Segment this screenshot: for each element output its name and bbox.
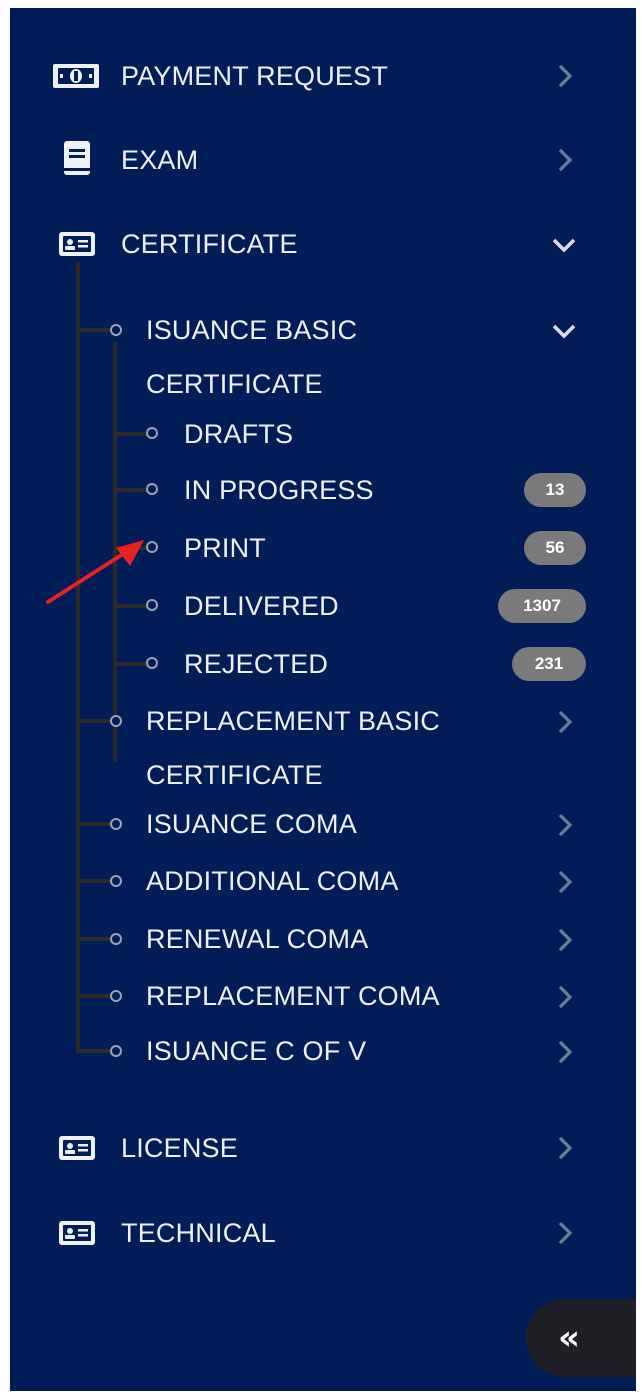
menu-item-label: REPLACEMENT BASIC CERTIFICATE bbox=[146, 706, 440, 790]
chevron-right-icon bbox=[548, 1035, 582, 1069]
menu-item-certificate[interactable]: CERTIFICATE bbox=[10, 214, 636, 274]
menu-item-label: DELIVERED bbox=[184, 591, 339, 621]
chevron-right-icon bbox=[548, 923, 582, 957]
circle-icon bbox=[146, 657, 158, 669]
count-badge: 231 bbox=[512, 647, 586, 681]
circle-icon bbox=[110, 875, 122, 887]
circle-icon bbox=[110, 324, 122, 336]
menu-item-label: CERTIFICATE bbox=[121, 229, 298, 259]
menu-item-label: RENEWAL COMA bbox=[146, 924, 369, 954]
chevron-right-icon bbox=[548, 143, 582, 177]
menu-item-label: ISUANCE C OF V bbox=[146, 1036, 367, 1066]
annotation-arrow bbox=[46, 540, 144, 604]
collapse-sidebar-button[interactable]: « bbox=[526, 1299, 636, 1377]
chevron-right-icon bbox=[548, 865, 582, 899]
circle-icon bbox=[110, 933, 122, 945]
menu-item-label: ISUANCE BASIC CERTIFICATE bbox=[146, 315, 358, 399]
tree-line bbox=[76, 262, 80, 1052]
menu-item-delivered[interactable]: DELIVERED 1307 bbox=[138, 578, 636, 634]
menu-item-rejected[interactable]: REJECTED 231 bbox=[138, 636, 636, 692]
menu-item-payment-request[interactable]: PAYMENT REQUEST bbox=[10, 46, 636, 106]
chevron-right-icon bbox=[548, 980, 582, 1014]
menu-item-label: DRAFTS bbox=[184, 419, 294, 449]
menu-item-exam[interactable]: EXAM bbox=[10, 130, 636, 190]
menu-item-label: LICENSE bbox=[121, 1133, 238, 1163]
chevron-right-icon bbox=[548, 705, 582, 739]
menu-item-label: PAYMENT REQUEST bbox=[121, 61, 389, 91]
menu-item-label: ADDITIONAL COMA bbox=[146, 866, 399, 896]
count-badge: 13 bbox=[524, 473, 586, 507]
menu-item-label: PRINT bbox=[184, 533, 266, 563]
menu-item-replacement-coma[interactable]: REPLACEMENT COMA bbox=[100, 968, 636, 1024]
id-card-icon bbox=[58, 1220, 96, 1251]
menu-item-print[interactable]: PRINT 56 bbox=[138, 520, 636, 576]
menu-item-additional-coma[interactable]: ADDITIONAL COMA bbox=[100, 853, 636, 909]
menu-item-isuance-basic-certificate[interactable]: ISUANCE BASIC CERTIFICATE bbox=[100, 302, 636, 412]
double-chevron-left-icon: « bbox=[558, 1318, 580, 1358]
money-bill-icon bbox=[52, 63, 100, 94]
circle-icon bbox=[110, 990, 122, 1002]
chevron-right-icon bbox=[548, 1216, 582, 1250]
circle-icon bbox=[110, 818, 122, 830]
circle-icon bbox=[110, 715, 122, 727]
menu-item-label: ISUANCE COMA bbox=[146, 809, 357, 839]
menu-item-label: REPLACEMENT COMA bbox=[146, 981, 440, 1011]
menu-item-renewal-coma[interactable]: RENEWAL COMA bbox=[100, 911, 636, 967]
menu-item-label: EXAM bbox=[121, 145, 199, 175]
menu-item-isuance-c-of-v[interactable]: ISUANCE C OF V bbox=[100, 1023, 636, 1079]
chevron-right-icon bbox=[548, 59, 582, 93]
chevron-right-icon bbox=[548, 808, 582, 842]
sidebar: PAYMENT REQUEST EXAM CERTIFICATE ISUANCE… bbox=[10, 8, 636, 1391]
id-card-icon bbox=[58, 1135, 96, 1166]
circle-icon bbox=[146, 427, 158, 439]
menu-item-replacement-basic-certificate[interactable]: REPLACEMENT BASIC CERTIFICATE bbox=[100, 693, 636, 803]
menu-item-technical[interactable]: TECHNICAL bbox=[10, 1203, 636, 1263]
chevron-down-icon bbox=[547, 314, 581, 348]
circle-icon bbox=[110, 1045, 122, 1057]
menu-item-label: IN PROGRESS bbox=[184, 475, 374, 505]
chevron-down-icon bbox=[547, 228, 581, 262]
menu-item-label: TECHNICAL bbox=[121, 1218, 276, 1248]
menu-item-license[interactable]: LICENSE bbox=[10, 1118, 636, 1178]
id-card-icon bbox=[58, 231, 96, 262]
menu-item-isuance-coma[interactable]: ISUANCE COMA bbox=[100, 796, 636, 852]
menu-item-label: REJECTED bbox=[184, 649, 329, 679]
chevron-right-icon bbox=[548, 1131, 582, 1165]
menu-item-drafts[interactable]: DRAFTS bbox=[138, 406, 636, 462]
count-badge: 1307 bbox=[498, 589, 586, 623]
menu-item-in-progress[interactable]: IN PROGRESS 13 bbox=[138, 462, 636, 518]
circle-icon bbox=[146, 483, 158, 495]
count-badge: 56 bbox=[524, 531, 586, 565]
book-icon bbox=[63, 140, 91, 181]
